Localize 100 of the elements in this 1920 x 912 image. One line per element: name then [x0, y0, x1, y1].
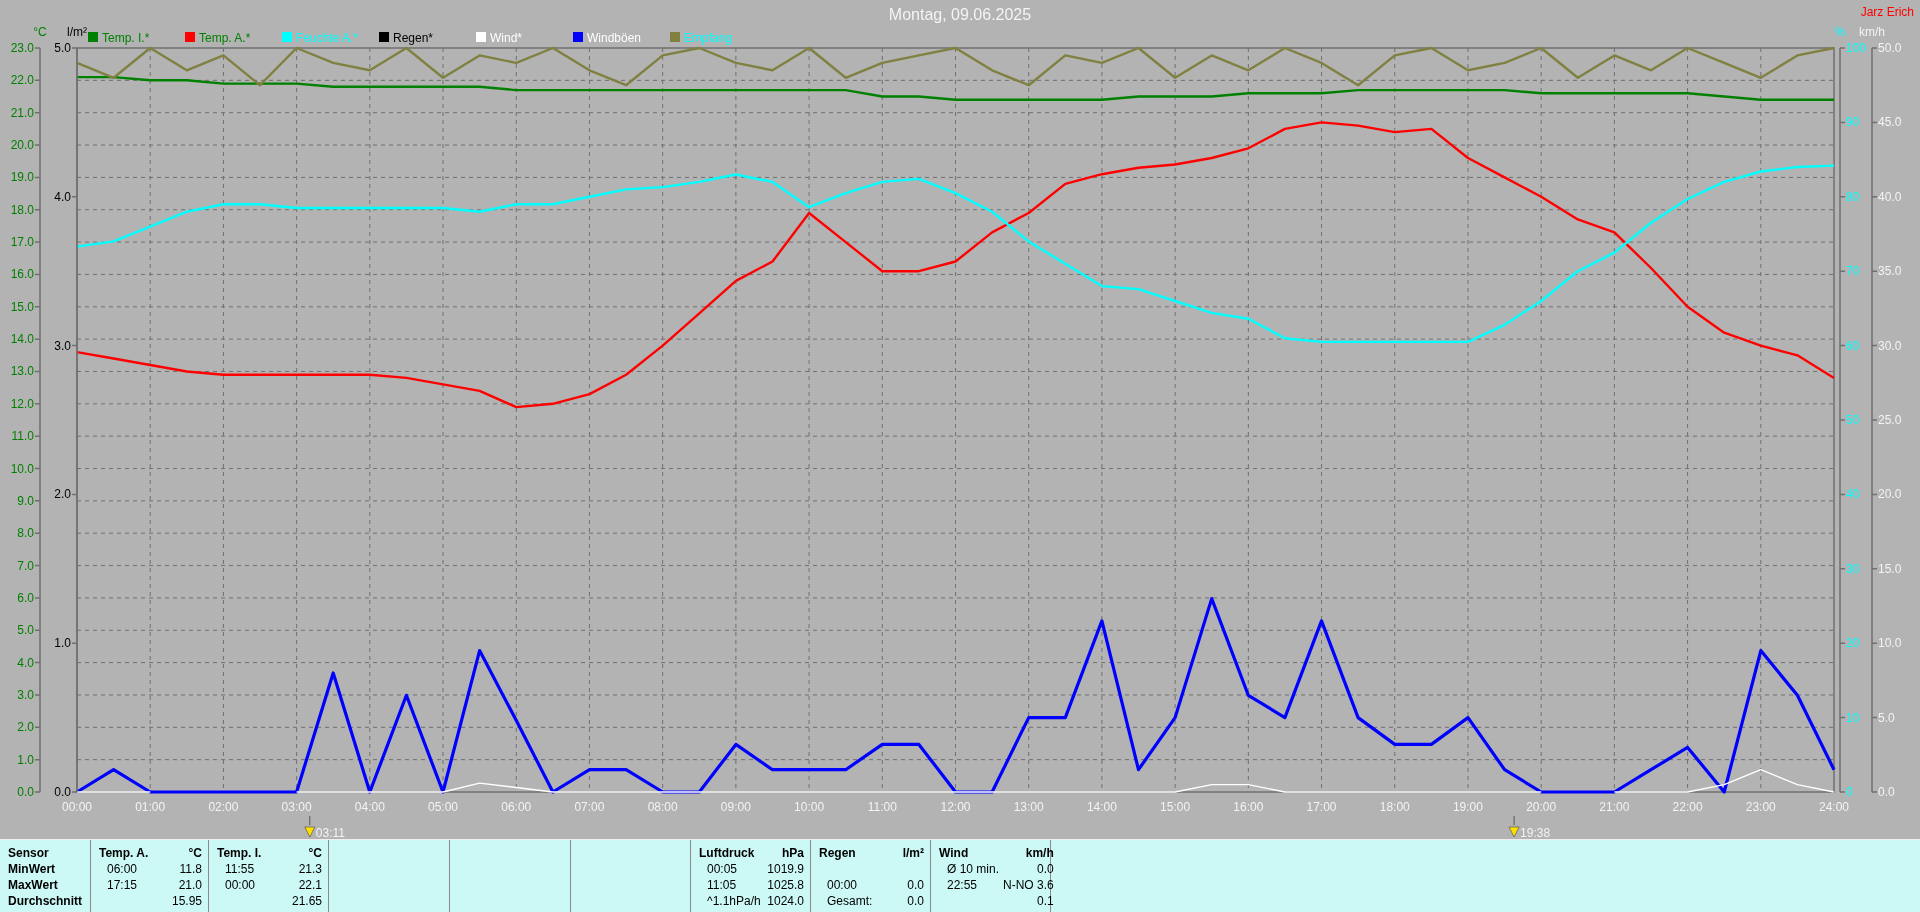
axis-label: 16:00	[1233, 800, 1264, 814]
table-cell: 0.0	[907, 894, 924, 908]
table-cell: 0.0	[1037, 862, 1054, 876]
chart-title: Montag, 09.06.2025	[888, 6, 1032, 23]
axis-label: 15.0	[10, 299, 34, 314]
axis-label: 20.0	[1878, 487, 1902, 502]
axis-label: 25.0	[1878, 413, 1902, 427]
table-cell: 21.3	[298, 862, 322, 876]
axis-label: 10	[1846, 710, 1860, 725]
table-cell: 21.65	[291, 894, 322, 908]
axis-label: 18:00	[1379, 800, 1410, 814]
axis-label: 13:00	[1013, 800, 1044, 814]
row-label: Sensor	[8, 845, 50, 861]
axis-label: 21.0	[10, 105, 34, 120]
legend-label: Temp. A.*	[199, 31, 251, 45]
axis-label: 9.0	[17, 493, 34, 508]
table-cell: 0.0	[907, 878, 924, 892]
axis-label: 30.0	[1878, 338, 1902, 353]
axis-label: 5.0	[1878, 710, 1895, 725]
axis-label: 11:00	[867, 800, 897, 814]
axis-label: 0.0	[54, 785, 71, 799]
column-unit: hPa	[781, 845, 804, 861]
table-cell-text: Gesamt:	[826, 894, 873, 908]
axis-label: 09:00	[720, 800, 751, 814]
axis-label: 03:00	[281, 800, 312, 814]
table-cell: 1024.0	[767, 894, 804, 908]
axis-label: 22.0	[10, 73, 34, 88]
axis-label: 05:00	[428, 800, 459, 814]
table-cell-text: ^1.1hPa/h	[706, 894, 761, 908]
table-cell: 11.8	[179, 862, 202, 876]
column-unit: km/h	[1024, 845, 1054, 861]
axis-label: 90	[1846, 115, 1860, 130]
axis-label: 6.0	[17, 590, 34, 605]
axis-label: 17.0	[10, 235, 34, 250]
axis-label: 5.0	[17, 623, 34, 638]
axis-label: 15.0	[1878, 561, 1902, 576]
axis-label: 80	[1846, 189, 1860, 204]
axis-label: 22:00	[1672, 800, 1703, 814]
axis-label: 4.0	[17, 655, 34, 670]
axis-label: 20.0	[10, 138, 34, 153]
axis-unit: l/m²	[67, 25, 87, 39]
axis-label: 4.0	[54, 189, 71, 204]
table-cell-text: 11:55	[224, 862, 255, 876]
axis-label: 70	[1846, 264, 1860, 279]
axis-label: 07:00	[574, 800, 605, 814]
axis-label: 0	[1846, 785, 1853, 799]
axis-label: 23.0	[10, 41, 34, 55]
table-cell: 15.95	[171, 894, 202, 908]
axis-label: 1.0	[17, 752, 34, 767]
column-unit: °C	[187, 845, 202, 861]
axis-label: 13.0	[10, 364, 34, 379]
axis-label: 02:00	[208, 800, 239, 814]
axis-unit: °C	[33, 25, 47, 39]
axis-label: 11.0	[11, 429, 34, 444]
axis-label: 16.0	[10, 267, 34, 282]
axis-label: 24:00	[1819, 800, 1849, 814]
table-cell-text: Ø 10 min.	[946, 862, 1000, 876]
axis-label: 21:00	[1599, 800, 1630, 814]
axis-label: 19:00	[1452, 800, 1483, 814]
axis-label: 14:00	[1086, 800, 1117, 814]
axis-label: 18.0	[10, 202, 34, 217]
axis-label: 50.0	[1878, 41, 1902, 55]
axis-label: 12.0	[10, 396, 34, 411]
legend-label: Regen*	[393, 31, 434, 45]
axis-label: 15:00	[1160, 800, 1191, 814]
axis-label: 35.0	[1878, 264, 1902, 279]
table-cell: 1019.9	[767, 862, 804, 876]
legend-label: Windböen	[587, 31, 642, 45]
axis-label: 06:00	[501, 800, 532, 814]
table-cell-text: 22:55	[946, 878, 978, 892]
legend-label: Empfang	[684, 31, 733, 45]
axis-label: 14.0	[10, 332, 34, 347]
table-cell-text: 00:00	[826, 878, 858, 892]
axis-label: 5.0	[54, 41, 71, 55]
table-cell: 0.1	[1037, 894, 1054, 908]
axis-label: 100	[1846, 41, 1867, 55]
axis-label: 40.0	[1878, 189, 1902, 204]
axis-unit: km/h	[1859, 25, 1885, 39]
table-cell-text: 00:00	[224, 878, 256, 892]
legend-label: Feuchte A.*	[296, 31, 359, 45]
axis-label: 20	[1846, 636, 1860, 651]
axis-label: 10:00	[794, 800, 825, 814]
row-label: MinWert	[8, 861, 57, 877]
axis-label: 50	[1846, 413, 1860, 427]
table-cell-text: 11:05	[706, 878, 737, 892]
axis-label: 7.0	[17, 558, 34, 573]
axis-label: 17:00	[1306, 800, 1337, 814]
column-header: Temp. A.	[99, 845, 149, 861]
axis-label: 2.0	[17, 720, 34, 735]
column-header: Temp. I.	[217, 845, 262, 861]
axis-label: 0.0	[17, 785, 34, 799]
axis-label: 20:00	[1526, 800, 1557, 814]
table-cell: 1025.8	[767, 878, 804, 892]
axis-label: 30	[1846, 561, 1860, 576]
table-cell: 21.0	[178, 878, 202, 892]
table-cell-text: 17:15	[106, 878, 138, 892]
axis-unit: %	[1834, 25, 1846, 39]
column-header: Regen	[819, 845, 857, 861]
axis-label: 12:00	[940, 800, 971, 814]
axis-label: 04:00	[354, 800, 385, 814]
